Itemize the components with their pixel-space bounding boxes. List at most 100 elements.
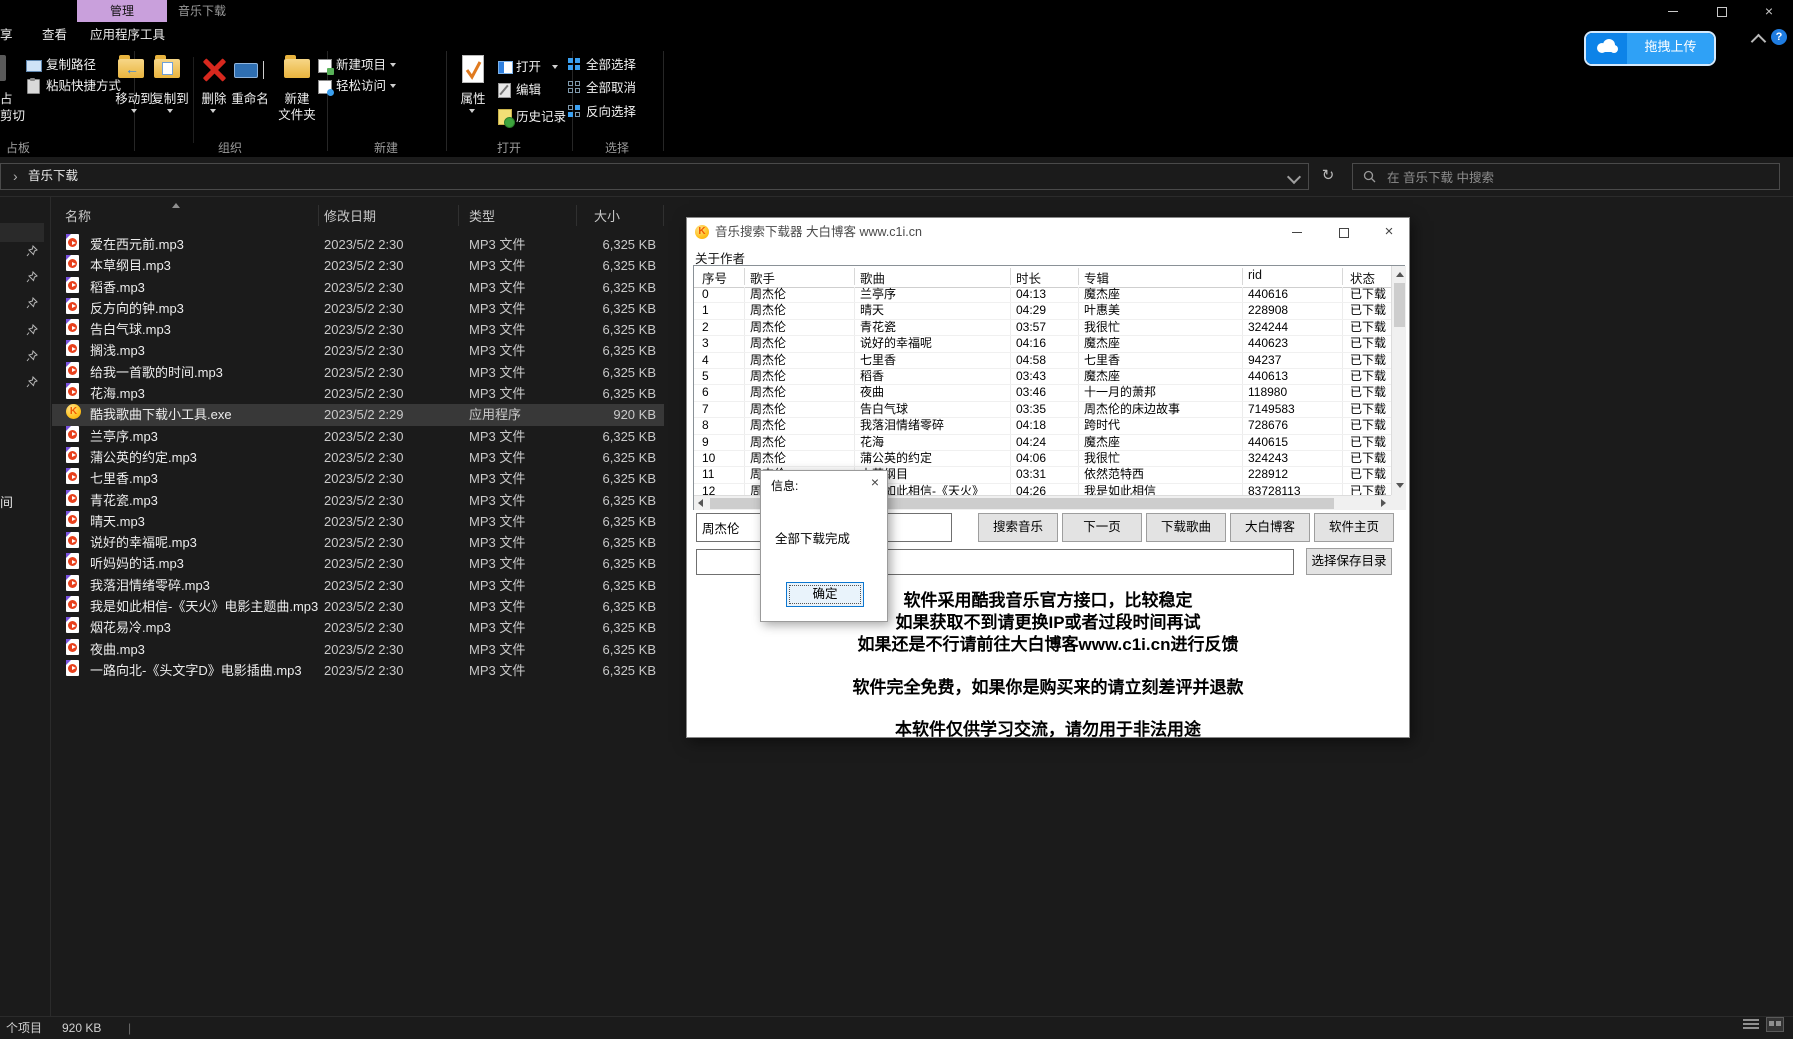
delete-button[interactable]: 删除 bbox=[196, 92, 232, 107]
file-row[interactable]: 一路向北-《头文字D》电影插曲.mp32023/5/2 2:30MP3 文件6,… bbox=[52, 660, 664, 681]
file-row[interactable]: 我是如此相信-《天火》电影主题曲.mp32023/5/2 2:30MP3 文件6… bbox=[52, 596, 664, 617]
cut-button[interactable]: 剪切 bbox=[0, 109, 25, 124]
refresh-icon[interactable]: ↻ bbox=[1317, 163, 1339, 190]
result-row[interactable]: 1周杰伦晴天04:29叶惠美228908已下载 bbox=[694, 303, 1391, 319]
file-row[interactable]: 反方向的钟.mp32023/5/2 2:30MP3 文件6,325 KB bbox=[52, 298, 664, 319]
pin-icon[interactable] bbox=[26, 271, 38, 283]
easy-access-button[interactable]: 轻松访问 bbox=[336, 79, 386, 94]
header-col-no[interactable]: 序号 bbox=[702, 268, 727, 287]
pin-icon[interactable] bbox=[26, 350, 38, 362]
delete-dropdown-icon[interactable] bbox=[210, 109, 216, 113]
select-all-button[interactable]: 全部选择 bbox=[586, 58, 636, 73]
file-row[interactable]: 青花瓷.mp32023/5/2 2:30MP3 文件6,325 KB bbox=[52, 490, 664, 511]
scroll-up-icon[interactable] bbox=[1396, 272, 1404, 277]
download-songs-button[interactable]: 下载歌曲 bbox=[1146, 513, 1226, 542]
file-row[interactable]: 花海.mp32023/5/2 2:30MP3 文件6,325 KB bbox=[52, 383, 664, 404]
pin-icon[interactable] bbox=[26, 376, 38, 388]
clipped-paste-label[interactable]: 占 bbox=[0, 92, 13, 107]
history-button[interactable]: 历史记录 bbox=[516, 110, 566, 125]
column-header-type[interactable]: 类型 bbox=[469, 206, 495, 225]
titlebar-tab-manage[interactable]: 管理 bbox=[77, 0, 167, 22]
downloader-maximize-button[interactable] bbox=[1331, 222, 1355, 242]
thumbnails-view-icon[interactable] bbox=[1766, 1017, 1784, 1032]
properties-button[interactable]: 属性 bbox=[456, 92, 490, 107]
file-row[interactable]: 夜曲.mp32023/5/2 2:30MP3 文件6,325 KB bbox=[52, 639, 664, 660]
scroll-down-icon[interactable] bbox=[1396, 483, 1404, 488]
result-row[interactable]: 3周杰伦说好的幸福呢04:16魔杰座440623已下载 bbox=[694, 336, 1391, 352]
search-music-button[interactable]: 搜索音乐 bbox=[978, 513, 1058, 542]
column-header-size[interactable]: 大小 bbox=[594, 206, 620, 225]
invert-selection-button[interactable]: 反向选择 bbox=[586, 105, 636, 120]
copy-to-button[interactable]: 复制到 bbox=[148, 92, 192, 107]
column-header-date[interactable]: 修改日期 bbox=[324, 206, 376, 225]
details-view-icon[interactable] bbox=[1743, 1017, 1759, 1030]
file-row[interactable]: 我落泪情绪零碎.mp32023/5/2 2:30MP3 文件6,325 KB bbox=[52, 575, 664, 596]
result-row[interactable]: 6周杰伦夜曲03:46十一月的萧邦118980已下载 bbox=[694, 385, 1391, 401]
software-home-button[interactable]: 软件主页 bbox=[1314, 513, 1394, 542]
ok-button[interactable]: 确定 bbox=[786, 582, 864, 607]
file-row[interactable]: 搁浅.mp32023/5/2 2:30MP3 文件6,325 KB bbox=[52, 340, 664, 361]
scroll-right-icon[interactable] bbox=[1381, 499, 1386, 507]
search-input[interactable] bbox=[1385, 165, 1769, 190]
scroll-left-icon[interactable] bbox=[698, 499, 703, 507]
select-none-button[interactable]: 全部取消 bbox=[586, 81, 636, 96]
easy-access-dropdown-icon[interactable] bbox=[390, 84, 396, 88]
file-row[interactable]: 本草纲目.mp32023/5/2 2:30MP3 文件6,325 KB bbox=[52, 255, 664, 276]
header-col-rid[interactable]: rid bbox=[1248, 268, 1262, 282]
pin-icon[interactable] bbox=[26, 245, 38, 257]
rename-button[interactable]: 重命名 bbox=[230, 92, 270, 107]
tab-share-partial[interactable]: 享 bbox=[0, 23, 13, 47]
minimize-button[interactable] bbox=[1649, 0, 1697, 23]
dabai-blog-button[interactable]: 大白博客 bbox=[1230, 513, 1310, 542]
move-to-dropdown-icon[interactable] bbox=[131, 109, 137, 113]
close-button[interactable]: × bbox=[1745, 0, 1793, 23]
downloader-close-button[interactable]: × bbox=[1377, 222, 1401, 242]
file-row[interactable]: 稻香.mp32023/5/2 2:30MP3 文件6,325 KB bbox=[52, 277, 664, 298]
open-dropdown-icon[interactable] bbox=[552, 65, 558, 69]
result-row[interactable]: 8周杰伦我落泪情绪零碎04:18跨时代728676已下载 bbox=[694, 418, 1391, 434]
header-col-song[interactable]: 歌曲 bbox=[860, 268, 885, 287]
dialog-close-icon[interactable]: × bbox=[871, 474, 879, 490]
file-row[interactable]: 说好的幸福呢.mp32023/5/2 2:30MP3 文件6,325 KB bbox=[52, 532, 664, 553]
help-icon[interactable]: ? bbox=[1771, 29, 1787, 45]
search-box[interactable] bbox=[1352, 163, 1780, 190]
scrollbar-thumb[interactable] bbox=[1394, 283, 1405, 327]
downloader-minimize-button[interactable] bbox=[1285, 222, 1309, 242]
file-row[interactable]: K酷我歌曲下载小工具.exe2023/5/2 2:29应用程序920 KB bbox=[52, 404, 664, 425]
file-row[interactable]: 告白气球.mp32023/5/2 2:30MP3 文件6,325 KB bbox=[52, 319, 664, 340]
new-item-button[interactable]: 新建项目 bbox=[336, 58, 386, 73]
file-row[interactable]: 爱在西元前.mp32023/5/2 2:30MP3 文件6,325 KB bbox=[52, 234, 664, 255]
new-folder-button[interactable]: 新建 bbox=[276, 92, 318, 107]
maximize-button[interactable] bbox=[1697, 0, 1745, 23]
header-col-singer[interactable]: 歌手 bbox=[750, 268, 775, 287]
pin-icon[interactable] bbox=[26, 324, 38, 336]
address-bar[interactable]: › 音乐下载 bbox=[0, 163, 1309, 190]
vertical-scrollbar[interactable] bbox=[1391, 266, 1406, 495]
file-row[interactable]: 七里香.mp32023/5/2 2:30MP3 文件6,325 KB bbox=[52, 468, 664, 489]
file-row[interactable]: 给我一首歌的时间.mp32023/5/2 2:30MP3 文件6,325 KB bbox=[52, 362, 664, 383]
paste-shortcut-button[interactable]: 粘贴快捷方式 bbox=[46, 79, 121, 94]
new-folder-button-line2[interactable]: 文件夹 bbox=[272, 108, 322, 123]
header-col-album[interactable]: 专辑 bbox=[1084, 268, 1109, 287]
result-row[interactable]: 0周杰伦兰亭序04:13魔杰座440616已下载 bbox=[694, 287, 1391, 303]
file-row[interactable]: 蒲公英的约定.mp32023/5/2 2:30MP3 文件6,325 KB bbox=[52, 447, 664, 468]
open-button[interactable]: 打开 bbox=[516, 60, 541, 75]
baidu-upload-button[interactable]: 拖拽上传 bbox=[1584, 31, 1716, 66]
result-row[interactable]: 2周杰伦青花瓷03:57我很忙324244已下载 bbox=[694, 320, 1391, 336]
file-row[interactable]: 听妈妈的话.mp32023/5/2 2:30MP3 文件6,325 KB bbox=[52, 553, 664, 574]
pin-icon[interactable] bbox=[26, 297, 38, 309]
column-header-name[interactable]: 名称 bbox=[65, 206, 91, 225]
file-row[interactable]: 兰亭序.mp32023/5/2 2:30MP3 文件6,325 KB bbox=[52, 426, 664, 447]
properties-dropdown-icon[interactable] bbox=[469, 109, 475, 113]
results-table-header[interactable]: 序号歌手歌曲时长专辑rid状态 bbox=[694, 266, 1391, 288]
result-row[interactable]: 4周杰伦七里香04:58七里香94237已下载 bbox=[694, 353, 1391, 369]
tab-view[interactable]: 查看 bbox=[42, 23, 67, 47]
edit-button[interactable]: 编辑 bbox=[516, 83, 541, 98]
result-row[interactable]: 9周杰伦花海04:24魔杰座440615已下载 bbox=[694, 435, 1391, 451]
address-dropdown-icon[interactable] bbox=[1287, 170, 1301, 184]
result-row[interactable]: 5周杰伦稻香03:43魔杰座440613已下载 bbox=[694, 369, 1391, 385]
file-row[interactable]: 烟花易冷.mp32023/5/2 2:30MP3 文件6,325 KB bbox=[52, 617, 664, 638]
choose-save-dir-button[interactable]: 选择保存目录 bbox=[1306, 548, 1392, 575]
next-page-button[interactable]: 下一页 bbox=[1062, 513, 1142, 542]
copy-path-button[interactable]: 复制路径 bbox=[46, 58, 96, 73]
